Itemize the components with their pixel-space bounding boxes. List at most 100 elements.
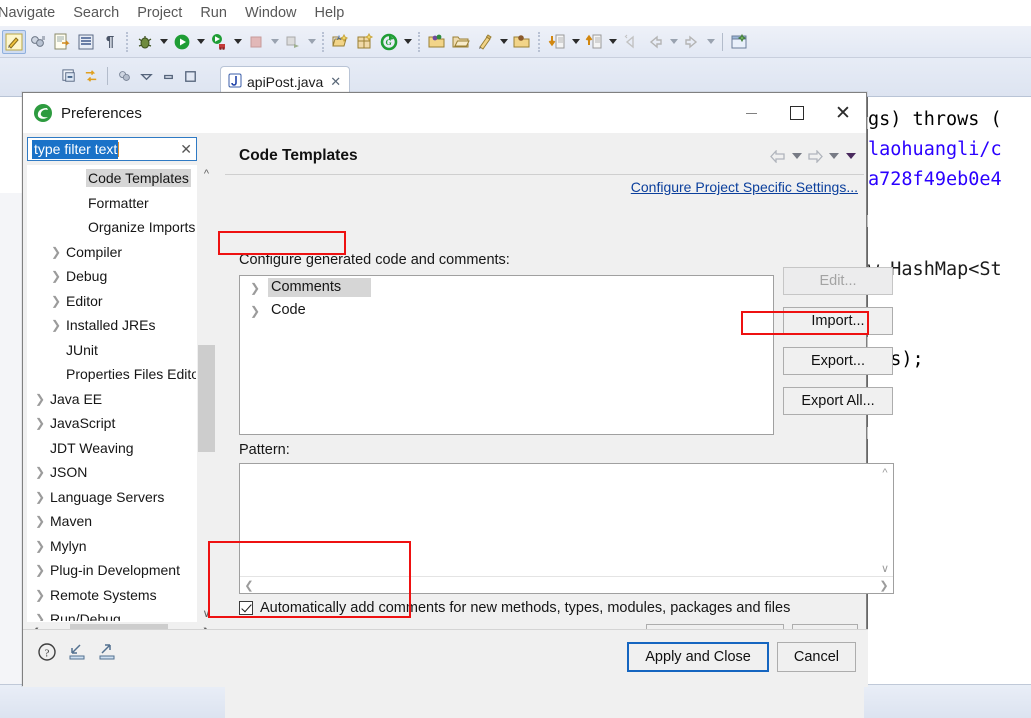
forward-icon[interactable] <box>680 30 704 54</box>
new-java-project-icon[interactable]: A <box>329 30 353 54</box>
tree-item-run-debug[interactable]: ❯ Run/Debug <box>28 607 196 621</box>
template-row-code[interactable]: ❯ Code <box>240 299 773 322</box>
scroll-up-icon[interactable]: ^ <box>877 465 893 481</box>
export-button[interactable]: Export... <box>783 347 893 375</box>
export-preferences-icon[interactable] <box>97 642 117 667</box>
chevron-right-icon[interactable]: ❯ <box>32 612 48 621</box>
new-window-icon[interactable] <box>728 30 752 54</box>
menu-item-navigate[interactable]: Navigate <box>0 3 64 23</box>
scroll-up-icon[interactable]: ^ <box>198 165 215 182</box>
back-dropdown-arrow[interactable] <box>667 30 680 54</box>
open-task-icon[interactable] <box>74 30 98 54</box>
tree-item-jdt-weaving[interactable]: JDT Weaving <box>28 436 196 461</box>
scroll-left-icon[interactable]: ❮ <box>241 577 257 593</box>
next-annotation-dropdown-arrow[interactable] <box>606 30 619 54</box>
pattern-textarea[interactable]: ^ ∨ ❮ ❯ <box>239 463 894 594</box>
tree-item-code-templates[interactable]: Code Templates <box>28 166 196 191</box>
edit-icon[interactable] <box>473 30 497 54</box>
tree-item-properties-files-editor[interactable]: Properties Files Editor <box>28 362 196 387</box>
open-resource-icon[interactable] <box>425 30 449 54</box>
auto-comment-checkbox[interactable]: Automatically add comments for new metho… <box>239 600 790 616</box>
forward-icon[interactable] <box>806 147 824 165</box>
back-icon[interactable] <box>769 147 787 165</box>
scroll-right-icon[interactable]: ❯ <box>876 577 892 593</box>
refresh-icon[interactable]: G <box>377 30 401 54</box>
chevron-right-icon[interactable]: ❯ <box>32 465 48 479</box>
minimize-button[interactable] <box>728 93 774 133</box>
new-package-icon[interactable] <box>353 30 377 54</box>
run-icon[interactable] <box>170 30 194 54</box>
tree-item-compiler[interactable]: ❯ Compiler <box>28 240 196 265</box>
tree-item-json[interactable]: ❯ JSON <box>28 460 196 485</box>
chevron-right-icon[interactable]: ❯ <box>32 514 48 528</box>
forward-dropdown-icon[interactable] <box>826 147 841 165</box>
template-row-comments[interactable]: ❯ Comments <box>240 276 773 299</box>
tree-item-java-ee[interactable]: ❯ Java EE <box>28 387 196 412</box>
minimize-view-icon[interactable] <box>157 65 179 87</box>
chevron-right-icon[interactable]: ❯ <box>32 416 48 430</box>
filter-input[interactable]: type filter text ✕ <box>27 137 197 161</box>
chevron-right-icon[interactable]: ❯ <box>32 563 48 577</box>
view-menu-filter-icon[interactable] <box>113 65 135 87</box>
code-templates-tree[interactable]: ❯ Comments ❯ Code <box>239 275 774 435</box>
chevron-right-icon[interactable]: ❯ <box>32 490 48 504</box>
open-type-icon[interactable] <box>26 30 50 54</box>
help-icon[interactable]: ? <box>37 642 57 667</box>
menu-item-run[interactable]: Run <box>191 3 236 23</box>
scroll-down-icon[interactable]: ∨ <box>198 605 215 622</box>
preferences-tree[interactable]: Code Templates Formatter Organize Import… <box>27 165 197 622</box>
previous-annotation-icon[interactable] <box>545 30 569 54</box>
chevron-right-icon[interactable]: ❯ <box>48 269 64 283</box>
import-preferences-icon[interactable] <box>67 642 87 667</box>
close-icon[interactable]: ✕ <box>330 74 341 90</box>
coverage-icon[interactable] <box>281 30 305 54</box>
pattern-vertical-scrollbar[interactable]: ^ ∨ <box>877 464 893 577</box>
chevron-right-icon[interactable]: ❯ <box>32 392 48 406</box>
scroll-down-icon[interactable]: ∨ <box>877 560 893 576</box>
chevron-right-icon[interactable]: ❯ <box>48 245 64 259</box>
tree-item-plug-in-development[interactable]: ❯ Plug-in Development <box>28 558 196 583</box>
page-menu-icon[interactable] <box>843 147 858 165</box>
tree-item-mylyn[interactable]: ❯ Mylyn <box>28 534 196 559</box>
last-edit-location-icon[interactable] <box>619 30 643 54</box>
apply-and-close-button[interactable]: Apply and Close <box>627 642 769 672</box>
menu-item-help[interactable]: Help <box>306 3 354 23</box>
run-external-tools-icon[interactable] <box>207 30 231 54</box>
tree-item-language-servers[interactable]: ❯ Language Servers <box>28 485 196 510</box>
tree-item-debug[interactable]: ❯ Debug <box>28 264 196 289</box>
open-folder-icon[interactable] <box>449 30 473 54</box>
link-with-editor-icon[interactable] <box>80 65 102 87</box>
debug-dropdown-arrow[interactable] <box>157 30 170 54</box>
maximize-view-icon[interactable] <box>179 65 201 87</box>
run-dropdown-arrow[interactable] <box>194 30 207 54</box>
edit-button[interactable]: Edit... <box>783 267 893 295</box>
debug-icon[interactable] <box>133 30 157 54</box>
menu-item-window[interactable]: Window <box>236 3 306 23</box>
tree-item-editor[interactable]: ❯ Editor <box>28 289 196 314</box>
coverage-dropdown-arrow[interactable] <box>305 30 318 54</box>
previous-annotation-dropdown-arrow[interactable] <box>569 30 582 54</box>
cancel-button[interactable]: Cancel <box>776 642 856 672</box>
next-annotation-icon[interactable] <box>582 30 606 54</box>
refresh-dropdown-arrow[interactable] <box>401 30 414 54</box>
maximize-button[interactable] <box>774 93 820 133</box>
edit-dropdown-arrow[interactable] <box>497 30 510 54</box>
tree-item-junit[interactable]: JUnit <box>28 338 196 363</box>
chevron-right-icon[interactable]: ❯ <box>250 304 268 318</box>
menu-item-search[interactable]: Search <box>64 3 128 23</box>
pilcrow-icon[interactable]: ¶ <box>98 30 122 54</box>
chevron-right-icon[interactable]: ❯ <box>32 588 48 602</box>
tree-item-javascript[interactable]: ❯ JavaScript <box>28 411 196 436</box>
tree-item-formatter[interactable]: Formatter <box>28 191 196 216</box>
new-java-class-icon[interactable] <box>50 30 74 54</box>
collapse-all-icon[interactable] <box>58 65 80 87</box>
toggle-mark-occurrences-icon[interactable] <box>2 29 26 54</box>
chevron-right-icon[interactable]: ❯ <box>250 281 268 295</box>
stop-dropdown-arrow[interactable] <box>268 30 281 54</box>
clear-filter-icon[interactable]: ✕ <box>180 142 192 156</box>
dialog-title-bar[interactable]: Preferences ✕ <box>23 93 866 133</box>
scrollbar-thumb[interactable] <box>198 345 215 452</box>
chevron-right-icon[interactable]: ❯ <box>48 294 64 308</box>
tree-item-maven[interactable]: ❯ Maven <box>28 509 196 534</box>
configure-project-specific-settings-link[interactable]: Configure Project Specific Settings... <box>631 179 858 195</box>
